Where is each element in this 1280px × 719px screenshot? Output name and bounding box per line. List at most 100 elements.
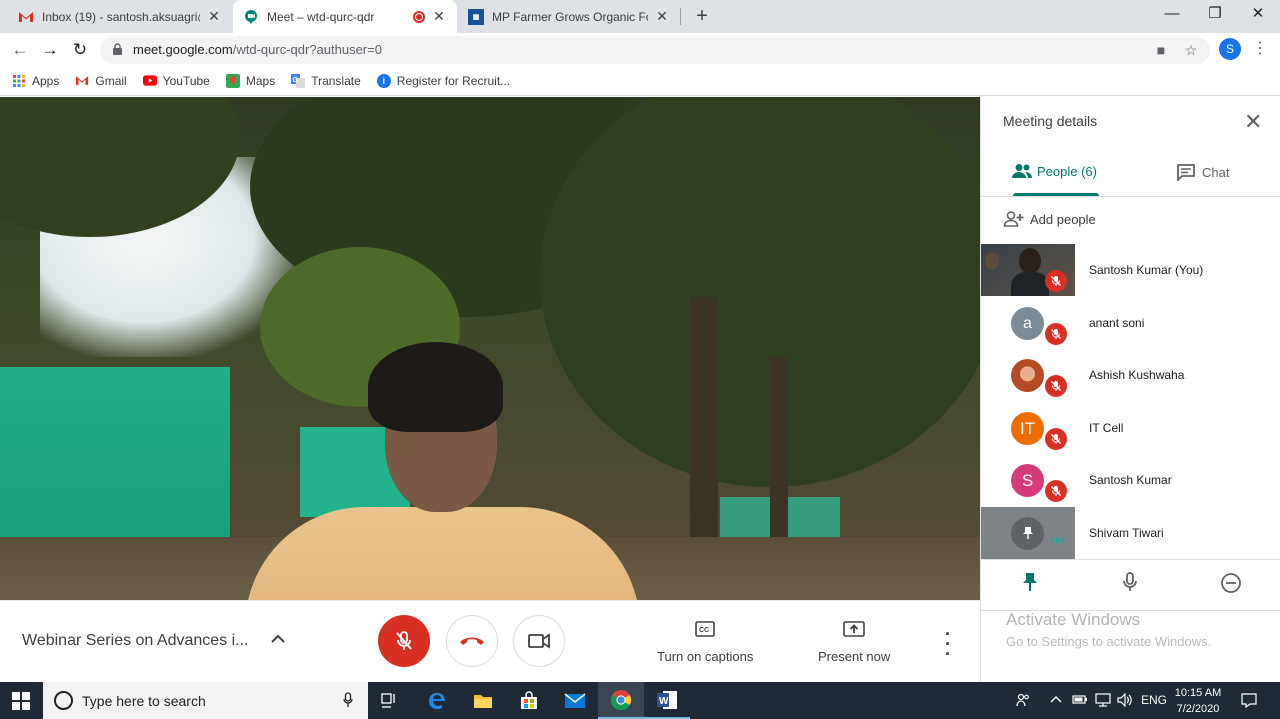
meeting-details-panel: Meeting details ✕ People (6) Chat Add pe… xyxy=(980,97,1280,682)
tab-people[interactable]: People (6) xyxy=(1011,163,1097,179)
pin-icon xyxy=(1011,516,1044,550)
gmail-icon xyxy=(75,74,89,88)
watermark-subtitle: Go to Settings to activate Windows. xyxy=(1006,634,1212,649)
microsoft-store-icon[interactable] xyxy=(506,682,552,719)
tab-gmail-inbox[interactable]: Inbox (19) - santosh.aksuagri@gr ✕ xyxy=(8,0,232,33)
video-camera-icon xyxy=(528,633,550,649)
show-hidden-icons-chevron-icon[interactable] xyxy=(1050,693,1062,708)
closed-captions-icon: CC xyxy=(695,621,715,637)
bookmarks-bar: Apps Gmail YouTube Maps G Translate i Regi… xyxy=(0,66,1280,96)
tab-label: People (6) xyxy=(1037,163,1097,179)
bookmark-apps[interactable]: Apps xyxy=(12,74,59,88)
notifications-icon[interactable] xyxy=(1241,692,1257,711)
microphone-icon[interactable] xyxy=(343,692,353,711)
network-icon[interactable] xyxy=(1095,693,1111,710)
chrome-icon[interactable] xyxy=(598,682,644,719)
add-person-icon xyxy=(1003,211,1024,227)
pin-action-button[interactable] xyxy=(1017,572,1043,598)
turn-on-captions-button[interactable]: CC Turn on captions xyxy=(657,621,753,664)
participant-name: Ashish Kushwaha xyxy=(1089,368,1185,382)
clock-date: 7/2/2020 xyxy=(1176,703,1220,715)
close-tab-icon[interactable]: ✕ xyxy=(431,8,447,25)
battery-icon[interactable] xyxy=(1072,693,1088,708)
panel-action-bar xyxy=(981,559,1280,611)
close-tab-icon[interactable]: ✕ xyxy=(654,8,670,25)
youtube-icon xyxy=(142,74,157,88)
volume-icon[interactable] xyxy=(1117,692,1133,710)
tab-meet[interactable]: Meet – wtd-qurc-qdr ✕ xyxy=(233,0,457,33)
tab-news-article[interactable]: ▦ MP Farmer Grows Organic Food | ✕ xyxy=(458,0,680,33)
maps-icon xyxy=(225,73,240,88)
bookmark-label: Apps xyxy=(32,73,60,88)
back-arrow-icon[interactable]: ← xyxy=(8,38,32,62)
participant-row[interactable]: S Santosh Kumar xyxy=(981,454,1280,507)
speaking-indicator-icon xyxy=(1051,536,1064,544)
present-screen-icon xyxy=(843,621,865,637)
tab-title: Inbox (19) - santosh.aksuagri@gr xyxy=(42,9,200,24)
bookmark-gmail[interactable]: Gmail xyxy=(75,74,127,88)
mail-icon[interactable] xyxy=(552,682,598,719)
activate-windows-watermark: Activate Windows Go to Settings to activ… xyxy=(1006,610,1211,649)
remove-participant-button[interactable] xyxy=(1218,572,1244,598)
leave-call-button[interactable] xyxy=(446,615,498,667)
mic-muted-icon xyxy=(1045,427,1067,450)
mic-muted-icon xyxy=(1045,270,1067,292)
system-clock[interactable]: 10:15 AM 7/2/2020 xyxy=(1170,685,1226,717)
chevron-up-icon[interactable] xyxy=(271,631,285,649)
bookmark-maps[interactable]: Maps xyxy=(225,73,275,88)
present-now-button[interactable]: Present now xyxy=(818,621,890,664)
main-video-feed[interactable] xyxy=(0,97,980,600)
reload-icon[interactable]: ↻ xyxy=(68,38,92,62)
address-bar[interactable]: meet.google.com/wtd-qurc-qdr?authuser=0 … xyxy=(100,36,1210,64)
windows-taskbar: Type here to search W ENG 10:15 AM 7/2/2… xyxy=(0,682,1280,719)
people-icon[interactable] xyxy=(1016,693,1030,710)
minimize-button[interactable]: — xyxy=(1150,0,1194,30)
edge-browser-icon[interactable] xyxy=(414,682,460,719)
chat-icon xyxy=(1177,164,1195,181)
participant-row[interactable]: a anant soni xyxy=(981,297,1280,350)
taskbar-search-box[interactable]: Type here to search xyxy=(43,682,368,719)
participant-row[interactable]: Santosh Kumar (You) xyxy=(981,244,1280,297)
browser-tab-strip: Inbox (19) - santosh.aksuagri@gr ✕ Meet … xyxy=(0,0,1280,33)
search-placeholder: Type here to search xyxy=(82,693,206,709)
url-host: meet.google.com xyxy=(133,42,233,57)
restore-button[interactable]: ❐ xyxy=(1193,0,1237,30)
windows-start-icon[interactable] xyxy=(12,692,30,710)
browser-menu-icon[interactable]: ⋮ xyxy=(1252,38,1268,58)
bookmark-youtube[interactable]: YouTube xyxy=(142,74,210,88)
tab-chat[interactable]: Chat xyxy=(1176,163,1229,181)
bookmark-label: Translate xyxy=(311,73,361,88)
mic-muted-icon xyxy=(1045,322,1067,345)
participant-avatar xyxy=(1011,359,1044,392)
profile-avatar[interactable]: S xyxy=(1219,38,1241,60)
more-options-icon[interactable]: · · · xyxy=(945,625,951,663)
microphone-toggle-button[interactable] xyxy=(378,615,430,667)
bookmark-star-icon[interactable]: ☆ xyxy=(1182,41,1200,59)
file-explorer-icon[interactable] xyxy=(460,682,506,719)
meeting-title[interactable]: Webinar Series on Advances i... xyxy=(22,632,249,650)
bookmark-translate[interactable]: G Translate xyxy=(291,73,361,88)
browser-toolbar: ← → ↻ meet.google.com/wtd-qurc-qdr?authu… xyxy=(0,33,1280,66)
info-icon: i xyxy=(376,73,391,88)
input-language-indicator[interactable]: ENG xyxy=(1141,693,1167,707)
participant-row[interactable]: IT IT Cell xyxy=(981,402,1280,455)
participant-row[interactable]: Ashish Kushwaha xyxy=(981,349,1280,402)
apps-grid-icon xyxy=(12,74,26,88)
video-background xyxy=(690,297,718,557)
add-people-label: Add people xyxy=(1030,211,1096,227)
task-view-icon[interactable] xyxy=(367,682,413,719)
forward-arrow-icon[interactable]: → xyxy=(38,38,62,62)
speaker-figure xyxy=(245,507,640,600)
close-panel-icon[interactable]: ✕ xyxy=(1244,111,1262,133)
word-icon[interactable]: W xyxy=(644,682,690,719)
svg-text:G: G xyxy=(293,77,299,84)
close-tab-icon[interactable]: ✕ xyxy=(206,8,222,25)
add-people-button[interactable]: Add people xyxy=(1003,211,1096,227)
new-tab-button[interactable]: + xyxy=(690,4,714,28)
close-window-button[interactable]: ✕ xyxy=(1236,0,1280,30)
participant-row[interactable]: Shivam Tiwari xyxy=(981,506,1280,560)
camera-permission-icon[interactable]: ■ xyxy=(1152,41,1170,59)
mute-participant-button[interactable] xyxy=(1117,572,1143,598)
bookmark-register[interactable]: i Register for Recruit... xyxy=(376,73,510,88)
camera-toggle-button[interactable] xyxy=(513,615,565,667)
